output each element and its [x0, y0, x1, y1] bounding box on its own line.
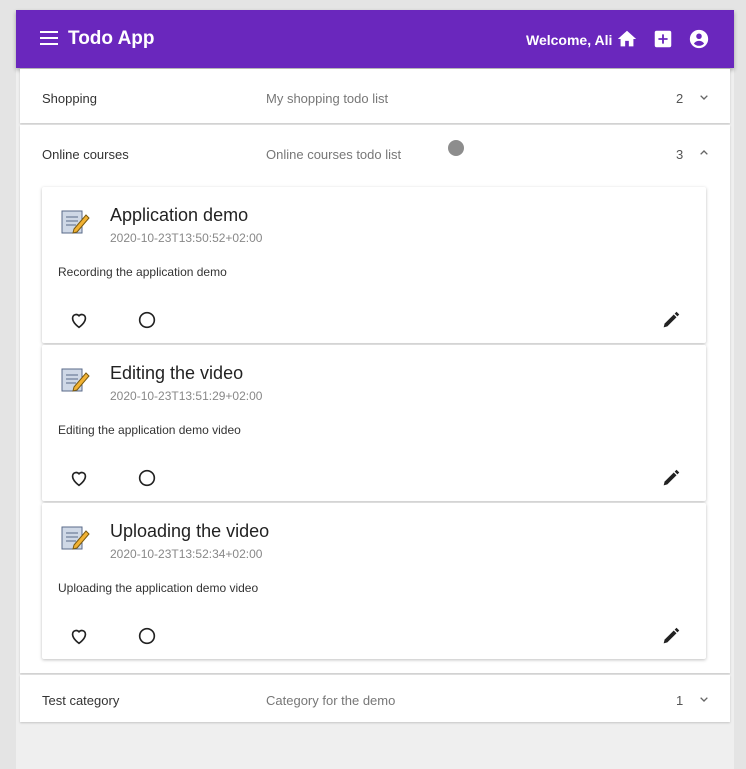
- favorite-icon[interactable]: [68, 309, 90, 331]
- category-header[interactable]: Online courses Online courses todo list …: [20, 125, 730, 181]
- category-description: My shopping todo list: [266, 91, 389, 106]
- cursor-indicator: [448, 140, 464, 156]
- app-title: Todo App: [68, 28, 155, 49]
- chevron-down-icon[interactable]: [696, 691, 712, 707]
- todo-notepad-icon: [58, 523, 92, 553]
- add-box-icon[interactable]: [652, 28, 674, 50]
- edit-icon[interactable]: [660, 309, 682, 331]
- chevron-up-icon[interactable]: [696, 145, 712, 161]
- edit-icon[interactable]: [660, 625, 682, 647]
- complete-circle-icon[interactable]: [136, 625, 158, 647]
- todo-description: Editing the application demo video: [58, 423, 241, 437]
- category-header[interactable]: Test category Category for the demo 1: [20, 675, 730, 722]
- category-description: Online courses todo list: [266, 147, 402, 162]
- todo-title: Application demo: [110, 205, 249, 225]
- todo-title: Uploading the video: [110, 521, 270, 541]
- category-panel-online-courses: Online courses Online courses todo list …: [20, 125, 730, 673]
- favorite-icon[interactable]: [68, 625, 90, 647]
- todo-card: Application demo 2020-10-23T13:50:52+02:…: [42, 187, 706, 343]
- home-icon[interactable]: [616, 28, 638, 50]
- todo-date: 2020-10-23T13:50:52+02:00: [110, 231, 263, 245]
- category-panel-shopping[interactable]: Shopping My shopping todo list 2: [20, 69, 730, 123]
- category-count: 3: [676, 147, 684, 162]
- todo-date: 2020-10-23T13:52:34+02:00: [110, 547, 263, 561]
- category-panel-test-category[interactable]: Test category Category for the demo 1: [20, 675, 730, 722]
- todo-notepad-icon: [58, 207, 92, 237]
- account-circle-icon[interactable]: [688, 28, 710, 50]
- category-name: Test category: [42, 693, 120, 708]
- todo-title: Editing the video: [110, 363, 244, 383]
- category-name: Online courses: [42, 147, 129, 162]
- todo-card: Uploading the video 2020-10-23T13:52:34+…: [42, 503, 706, 659]
- menu-icon[interactable]: [40, 31, 58, 45]
- category-header[interactable]: Shopping My shopping todo list 2: [20, 69, 730, 125]
- category-name: Shopping: [42, 91, 97, 106]
- chevron-down-icon[interactable]: [696, 89, 712, 105]
- category-description: Category for the demo: [266, 693, 396, 708]
- todo-notepad-icon: [58, 365, 92, 395]
- app-frame: Todo App Welcome, Ali Shopping My shoppi…: [16, 10, 734, 769]
- welcome-text: Welcome, Ali: [526, 32, 613, 48]
- edit-icon[interactable]: [660, 467, 682, 489]
- favorite-icon[interactable]: [68, 467, 90, 489]
- complete-circle-icon[interactable]: [136, 467, 158, 489]
- todo-description: Recording the application demo: [58, 265, 227, 279]
- category-count: 1: [676, 693, 684, 708]
- category-count: 2: [676, 91, 684, 106]
- todo-description: Uploading the application demo video: [58, 581, 259, 595]
- complete-circle-icon[interactable]: [136, 309, 158, 331]
- todo-card: Editing the video 2020-10-23T13:51:29+02…: [42, 345, 706, 501]
- app-bar: Todo App Welcome, Ali: [16, 10, 734, 68]
- todo-date: 2020-10-23T13:51:29+02:00: [110, 389, 263, 403]
